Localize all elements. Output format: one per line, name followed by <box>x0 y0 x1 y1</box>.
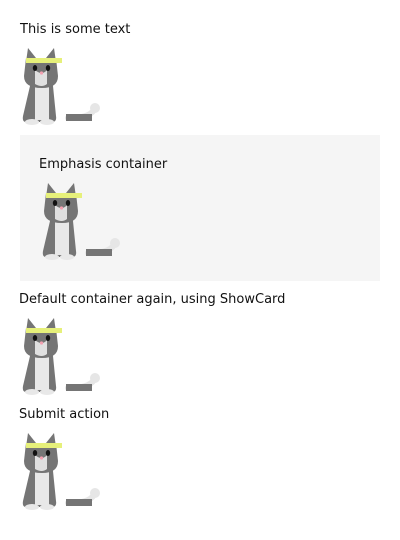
adaptive-card: { "blocks": { "intro_text": "This is som… <box>0 0 400 540</box>
cat-image-4 <box>20 431 100 511</box>
emphasis-container: Emphasis container <box>20 135 380 281</box>
cat-image-2 <box>40 181 120 261</box>
default-container-text: Default container again, using ShowCard <box>19 292 286 307</box>
submit-action-text: Submit action <box>19 407 110 422</box>
cat-image-3 <box>20 316 100 396</box>
cat-image-1 <box>20 46 100 126</box>
intro-text: This is some text <box>20 22 131 37</box>
emphasis-text: Emphasis container <box>39 157 168 172</box>
